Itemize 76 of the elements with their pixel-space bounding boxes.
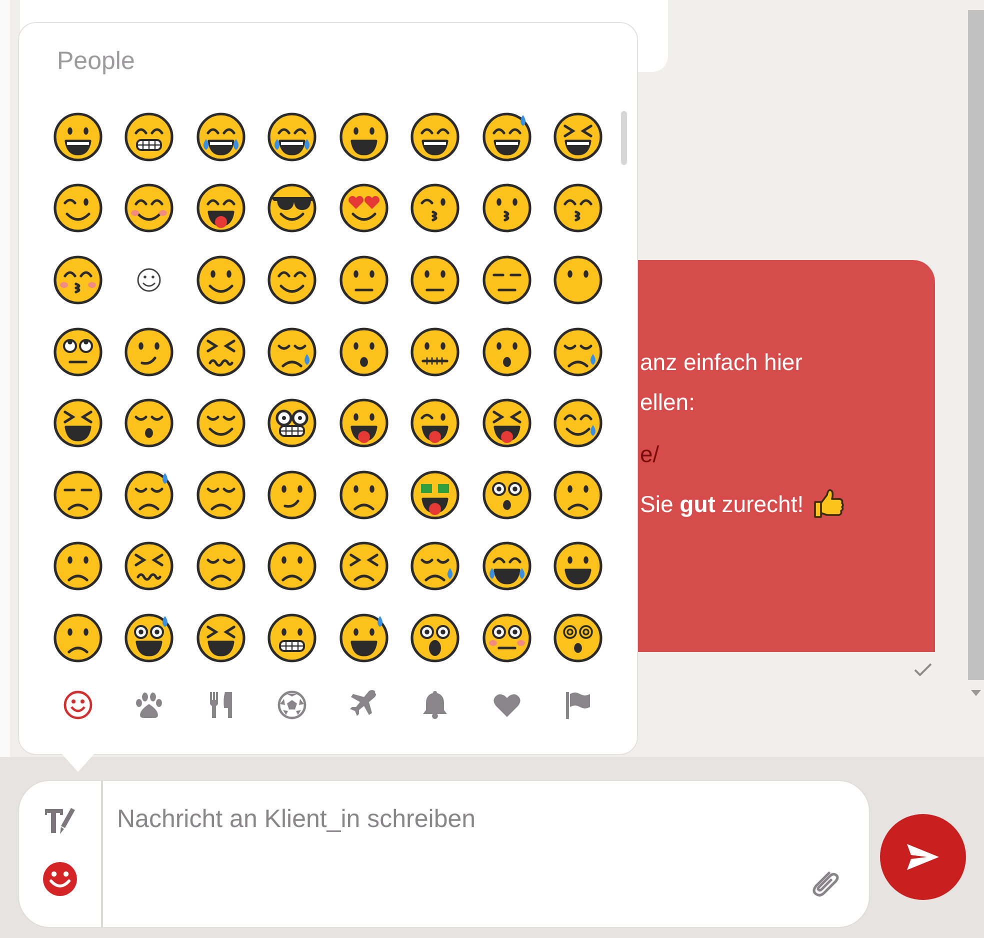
emoji-icon[interactable] xyxy=(552,326,604,378)
emoji-icon[interactable] xyxy=(409,110,462,163)
emoji-icon[interactable] xyxy=(123,110,176,163)
emoji-icon[interactable] xyxy=(552,397,604,450)
smileys-category-icon[interactable] xyxy=(62,689,94,721)
emoji-icon[interactable] xyxy=(123,397,176,450)
emoji-icon[interactable] xyxy=(266,540,318,592)
emoji-icon[interactable] xyxy=(409,397,462,450)
emoji-icon[interactable] xyxy=(123,326,176,378)
emoji-icon[interactable] xyxy=(266,397,318,450)
scrollbar-thumb[interactable] xyxy=(968,10,984,680)
emoji-icon[interactable] xyxy=(52,326,104,378)
emoji-icon[interactable] xyxy=(480,540,533,592)
emoji-icon[interactable] xyxy=(194,182,247,234)
emoji-icon[interactable] xyxy=(194,397,247,450)
emoji-icon[interactable] xyxy=(123,468,176,521)
emoji-icon[interactable] xyxy=(552,182,604,234)
emoji-icon[interactable] xyxy=(52,254,104,306)
emoji-icon[interactable] xyxy=(338,540,390,592)
emoji-icon[interactable] xyxy=(552,540,604,592)
emoji-icon[interactable] xyxy=(194,612,247,664)
category-title: People xyxy=(57,46,135,77)
emoji-icon[interactable] xyxy=(552,254,604,306)
message-input-field[interactable]: Nachricht an Klient_in schreiben xyxy=(18,780,870,928)
emoji-icon[interactable] xyxy=(409,326,462,378)
emoji-icon[interactable] xyxy=(480,397,533,450)
emoji-icon[interactable] xyxy=(480,182,533,234)
scrollbar-thumb[interactable] xyxy=(621,111,627,165)
emoji-icon[interactable] xyxy=(338,397,390,450)
emoji-icon[interactable] xyxy=(552,110,604,163)
emoji-icon[interactable] xyxy=(409,468,462,521)
emoji-icon[interactable] xyxy=(123,182,176,234)
emoji-icon[interactable] xyxy=(552,612,604,664)
emoji-icon[interactable] xyxy=(266,326,318,378)
emoji-icon[interactable] xyxy=(338,110,390,163)
emoji-icon[interactable] xyxy=(194,326,247,378)
emoji-icon[interactable] xyxy=(338,254,390,306)
emoji-icon[interactable] xyxy=(52,397,104,450)
emoji-icon[interactable] xyxy=(266,110,318,163)
emoji-icon[interactable] xyxy=(480,254,533,306)
emoji-icon[interactable] xyxy=(52,110,104,163)
emoji-icon[interactable] xyxy=(480,326,533,378)
emoji-icon[interactable] xyxy=(123,612,176,664)
emoji-icon[interactable] xyxy=(480,468,533,521)
message-text: ellen: xyxy=(640,388,696,417)
emoji-icon[interactable] xyxy=(52,468,104,521)
emoji-icon[interactable] xyxy=(338,468,390,521)
message-link[interactable]: e/ xyxy=(640,434,935,474)
emoji-icon[interactable] xyxy=(52,182,104,234)
emoji-icon[interactable] xyxy=(123,540,176,592)
emoji-icon[interactable] xyxy=(338,612,390,664)
emoji-icon[interactable] xyxy=(480,110,533,163)
emoji-icon[interactable] xyxy=(194,254,247,306)
emoji-icon[interactable] xyxy=(266,182,318,234)
emoji-icon[interactable] xyxy=(409,612,462,664)
emoji-icon[interactable] xyxy=(194,468,247,521)
emoji-icon[interactable] xyxy=(52,540,104,592)
emoji-icon[interactable] xyxy=(338,326,390,378)
message-text: anz einfach hier xyxy=(640,348,804,377)
checkmark-icon xyxy=(913,662,933,678)
message-text: Sie gut zurecht! xyxy=(640,490,804,519)
emoji-icon[interactable] xyxy=(409,254,462,306)
emoji-icon[interactable] xyxy=(266,468,318,521)
send-icon xyxy=(905,842,941,872)
thumbs-up-icon xyxy=(812,488,844,520)
emoji-icon[interactable] xyxy=(194,540,247,592)
emoji-icon[interactable] xyxy=(480,612,533,664)
emoji-icon[interactable] xyxy=(52,612,104,664)
emoji-icon[interactable] xyxy=(194,110,247,163)
emoji-icon[interactable] xyxy=(266,612,318,664)
sports-category-icon[interactable] xyxy=(276,689,308,721)
emoji-icon[interactable] xyxy=(338,182,390,234)
emoji-icon[interactable] xyxy=(552,468,604,521)
emoji-icon[interactable] xyxy=(409,540,462,592)
emoji-icon[interactable] xyxy=(266,254,318,306)
emoji-icon[interactable] xyxy=(409,182,462,234)
